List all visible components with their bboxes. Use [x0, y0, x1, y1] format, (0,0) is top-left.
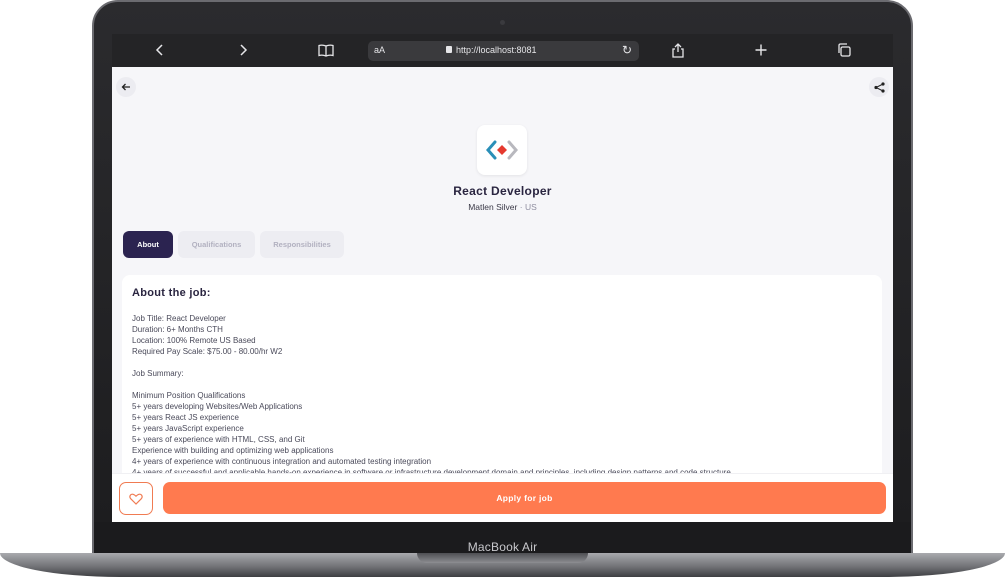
share-icon[interactable]: [668, 40, 688, 60]
screen: aA http://localhost:8081 ↻ React Develop…: [112, 34, 893, 522]
description-line: Job Title: React Developer: [132, 314, 226, 323]
description-line: Experience with building and optimizing …: [132, 446, 334, 455]
laptop-model-label: MacBook Air: [467, 540, 538, 554]
about-heading: About the job:: [132, 287, 211, 299]
code-logo-icon: [486, 140, 518, 160]
job-detail-page: React Developer Matlen Silver · US About…: [112, 67, 893, 522]
description-line: 5+ years React JS experience: [132, 413, 239, 422]
job-location: US: [524, 202, 537, 212]
tab-qualifications[interactable]: Qualifications: [178, 231, 255, 258]
address-bar[interactable]: aA http://localhost:8081 ↻: [368, 41, 639, 61]
description-line: Location: 100% Remote US Based: [132, 336, 256, 345]
description-line: 5+ years JavaScript experience: [132, 424, 244, 433]
description-line: 4+ years of experience with continuous i…: [132, 457, 432, 466]
arrow-left-icon: [121, 83, 130, 91]
location-separator: ·: [519, 202, 523, 212]
share-button[interactable]: [869, 77, 889, 97]
description-line: Required Pay Scale: $75.00 - 80.00/hr W2: [132, 347, 283, 356]
chevron-right-icon[interactable]: [233, 40, 253, 60]
description-line: 5+ years of experience with HTML, CSS, a…: [132, 435, 305, 444]
description-line: Job Summary:: [132, 369, 184, 378]
about-body: Job Title: React Developer Duration: 6+ M…: [132, 313, 872, 478]
job-title: React Developer: [453, 184, 552, 198]
lock-icon: [446, 46, 452, 53]
description-line: Minimum Position Qualifications: [132, 391, 246, 400]
reload-icon[interactable]: ↻: [622, 43, 632, 57]
heart-icon: [129, 493, 143, 505]
camera: [500, 20, 505, 25]
back-button[interactable]: [116, 77, 136, 97]
laptop-base-notch: [417, 553, 588, 563]
url-text: http://localhost:8081: [456, 45, 537, 55]
text-size-button[interactable]: aA: [374, 45, 385, 55]
description-line: Duration: 6+ Months CTH: [132, 325, 223, 334]
company-name: Matlen Silver: [468, 202, 518, 212]
description-line: 5+ years developing Websites/Web Applica…: [132, 402, 303, 411]
favorite-button[interactable]: [119, 482, 153, 515]
book-icon[interactable]: [316, 40, 336, 60]
tab-about[interactable]: About: [123, 231, 173, 258]
apply-button[interactable]: Apply for job: [163, 482, 886, 514]
company-line: Matlen Silver · US: [112, 202, 893, 212]
plus-icon[interactable]: [751, 40, 771, 60]
action-bar: Apply for job: [112, 473, 893, 522]
chevron-left-icon[interactable]: [150, 40, 170, 60]
browser-toolbar: aA http://localhost:8081 ↻: [112, 34, 893, 67]
company-logo: [477, 125, 527, 175]
tabs-icon[interactable]: [834, 40, 854, 60]
share-nodes-icon: [873, 81, 885, 93]
tab-responsibilities[interactable]: Responsibilities: [260, 231, 344, 258]
job-tabs: About Qualifications Responsibilities: [123, 231, 344, 258]
